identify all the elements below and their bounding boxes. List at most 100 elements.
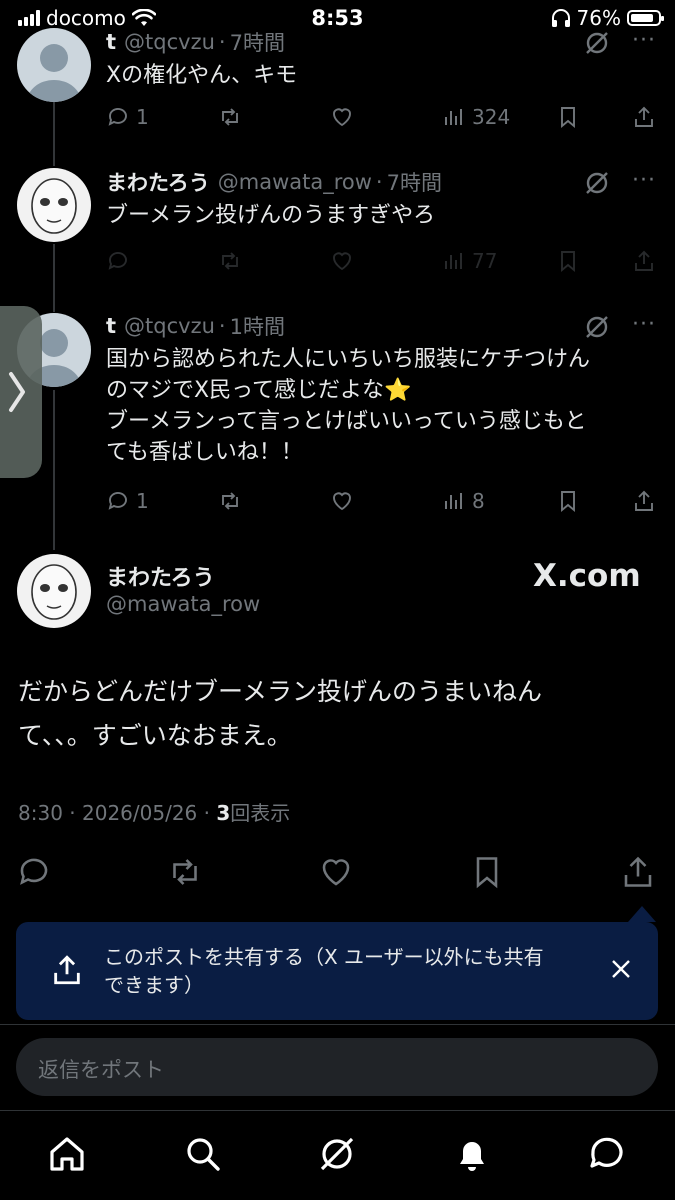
- main-author-name[interactable]: まわたろう: [106, 560, 215, 592]
- home-icon[interactable]: [47, 1134, 87, 1174]
- avatar[interactable]: [17, 168, 91, 242]
- reply-post[interactable]: t @tqcvzu · 7時間 ··· Xの権化やん、キモ: [106, 26, 658, 91]
- reply-input[interactable]: 返信をポスト: [16, 1038, 658, 1096]
- share-button[interactable]: [632, 486, 656, 516]
- avatar[interactable]: [17, 28, 91, 102]
- bookmark-button[interactable]: [556, 486, 580, 516]
- bookmark-button[interactable]: [556, 102, 580, 132]
- reply-actions: 1 324: [106, 102, 658, 132]
- reply-text: Xの権化やん、キモ: [106, 63, 298, 88]
- bookmark-icon: [561, 251, 575, 273]
- grok-icon[interactable]: [584, 30, 610, 56]
- bookmark-icon: [561, 107, 575, 129]
- share-icon: [635, 490, 653, 511]
- x-com-watermark: X.com: [533, 558, 641, 594]
- main-author-handle[interactable]: @mawata_row: [106, 592, 260, 616]
- more-icon[interactable]: ···: [632, 168, 656, 193]
- reply-icon: [108, 492, 127, 510]
- share-toast[interactable]: このポストを共有する（X ユーザー以外にも共有 できます）: [16, 922, 658, 1020]
- author-handle[interactable]: @tqcvzu: [124, 30, 215, 54]
- grok-icon[interactable]: [317, 1134, 357, 1174]
- reply-text-line: ても香ばしいね！！: [106, 440, 303, 465]
- repost-icon: [222, 108, 238, 126]
- grok-icon[interactable]: [584, 314, 610, 340]
- share-icon[interactable]: [620, 854, 656, 890]
- reply-text: 国から認められた人にいちいち服装にケチつけん のマジでX民って感じだよな⭐ ブー…: [106, 344, 658, 468]
- reply-header: t @tqcvzu · 1時間: [106, 310, 658, 342]
- reply-post[interactable]: t @tqcvzu · 1時間 ··· 国から認められた人にいちいち服装にケチつ…: [106, 310, 658, 468]
- main-post-text: だからどんだけブーメラン投げんのうまいねん て、、。すごいなおまえ。: [18, 670, 628, 758]
- notifications-icon[interactable]: [452, 1134, 492, 1174]
- repost-button[interactable]: [218, 246, 242, 276]
- post-time: 7時間: [386, 171, 442, 195]
- post-time: 7時間: [229, 31, 285, 55]
- views-button[interactable]: 8: [442, 486, 485, 516]
- like-icon: [333, 492, 351, 511]
- views-label: 回表示: [230, 801, 291, 825]
- thread-line: [53, 244, 55, 312]
- like-icon[interactable]: [318, 854, 354, 890]
- separator-dot: ·: [69, 801, 82, 825]
- more-icon[interactable]: ···: [632, 28, 656, 53]
- repost-button[interactable]: [218, 486, 242, 516]
- headphones-icon: [551, 9, 570, 27]
- views-icon: [445, 493, 462, 509]
- repost-icon: [222, 252, 238, 270]
- back-tab[interactable]: [0, 306, 42, 478]
- messages-icon[interactable]: [587, 1134, 627, 1174]
- like-button[interactable]: [330, 246, 354, 276]
- reply-count: 1: [136, 489, 149, 513]
- share-icon: [635, 106, 653, 127]
- reply-icon[interactable]: [16, 854, 52, 890]
- reply-header: まわたろう @mawata_row · 7時間: [106, 166, 658, 198]
- share-button[interactable]: [632, 246, 656, 276]
- share-icon: [54, 955, 80, 985]
- separator-dot: ·: [375, 170, 383, 194]
- author-handle[interactable]: @mawata_row: [218, 170, 372, 194]
- bookmark-button[interactable]: [556, 246, 580, 276]
- reply-text-line: 国から認められた人にいちいち服装にケチつけん: [106, 347, 591, 372]
- grok-icon[interactable]: [584, 170, 610, 196]
- main-post-text-line: だからどんだけブーメラン投げんのうまいねん: [18, 677, 543, 706]
- repost-icon[interactable]: [167, 854, 203, 890]
- views-button[interactable]: 324: [442, 102, 510, 132]
- views-count: 324: [472, 105, 511, 129]
- search-icon[interactable]: [183, 1134, 223, 1174]
- reply-placeholder: 返信をポスト: [38, 1058, 164, 1082]
- author-name[interactable]: t: [106, 30, 116, 54]
- like-button[interactable]: [330, 486, 354, 516]
- more-icon[interactable]: ···: [632, 312, 656, 337]
- main-post-actions: [0, 850, 675, 894]
- views-button[interactable]: 77: [442, 246, 497, 276]
- author-name[interactable]: t: [106, 314, 116, 338]
- separator-dot: ·: [218, 314, 226, 338]
- reply-icon: [108, 252, 127, 270]
- views-count: 8: [472, 489, 485, 513]
- separator-dot: ·: [218, 30, 226, 54]
- close-icon[interactable]: [610, 958, 632, 980]
- back-chevron-icon: [9, 372, 25, 412]
- reply-button[interactable]: 1: [106, 486, 149, 516]
- bookmark-icon[interactable]: [469, 854, 505, 890]
- main-post-text-line: て、、。すごいなおまえ。: [18, 721, 292, 750]
- avatar[interactable]: [17, 554, 91, 628]
- views-count: 77: [472, 249, 498, 273]
- reply-icon: [108, 108, 127, 126]
- author-handle[interactable]: @tqcvzu: [124, 314, 215, 338]
- reply-button[interactable]: 1: [106, 102, 149, 132]
- like-icon: [333, 108, 351, 127]
- divider: [0, 1110, 675, 1111]
- toast-text-line: できます）: [104, 973, 204, 997]
- reply-post[interactable]: まわたろう @mawata_row · 7時間 ··· ブーメラン投げんのうます…: [106, 166, 658, 231]
- author-name[interactable]: まわたろう: [106, 167, 210, 197]
- share-button[interactable]: [632, 102, 656, 132]
- like-button[interactable]: [330, 102, 354, 132]
- reply-header: t @tqcvzu · 7時間: [106, 26, 658, 58]
- repost-button[interactable]: [218, 102, 242, 132]
- thread-line: [53, 98, 55, 166]
- reply-button[interactable]: [106, 246, 130, 276]
- share-icon: [635, 250, 653, 271]
- views-icon: [445, 109, 462, 125]
- bookmark-icon: [561, 491, 575, 513]
- battery-icon: [627, 10, 664, 26]
